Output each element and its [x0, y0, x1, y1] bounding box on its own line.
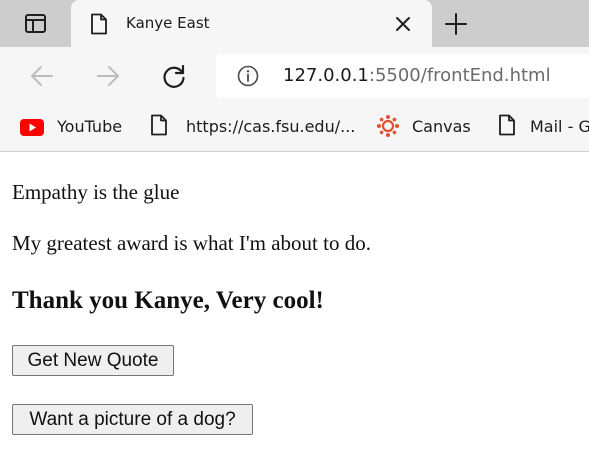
address-bar[interactable]: 127.0.0.1:5500/frontEnd.html [216, 54, 589, 98]
thanks-heading: Thank you Kanye, Very cool! [12, 287, 324, 314]
page-icon [151, 114, 167, 136]
info-icon[interactable] [237, 65, 259, 87]
tab-actions-icon [25, 14, 46, 33]
bookmark-label: YouTube [57, 117, 123, 136]
url-host: 127.0.0.1 [283, 65, 369, 86]
close-icon[interactable] [393, 14, 413, 34]
bookmark-label: https://cas.fsu.edu/... [186, 117, 356, 136]
youtube-icon [20, 119, 44, 136]
forward-arrow-icon[interactable] [94, 62, 122, 90]
tab-title: Kanye East [126, 14, 210, 32]
bookmark-label: Mail - G [530, 117, 589, 136]
bookmark-label: Canvas [412, 117, 471, 136]
quote-text-1: Empathy is the glue [12, 180, 180, 204]
get-new-quote-button[interactable]: Get New Quote [12, 345, 174, 376]
page-icon [499, 114, 515, 136]
bookmark-canvas[interactable]: Canvas [376, 113, 476, 141]
quote-text-2: My greatest award is what I'm about to d… [12, 231, 371, 255]
canvas-icon [377, 115, 399, 137]
url-path: :5500/frontEnd.html [368, 65, 551, 86]
dog-picture-button[interactable]: Want a picture of a dog? [12, 404, 253, 435]
tab-strip: Kanye East [0, 0, 589, 47]
tab-actions-menu-button[interactable] [0, 0, 70, 47]
page-content: Empathy is the glue My greatest award is… [0, 153, 589, 457]
reload-icon[interactable] [160, 62, 188, 90]
back-arrow-icon[interactable] [28, 62, 56, 90]
page-icon [91, 13, 107, 35]
new-tab-plus-icon[interactable] [444, 12, 468, 36]
url-text[interactable]: 127.0.0.1:5500/frontEnd.html [283, 64, 551, 88]
bookmark-cas-fsu[interactable]: https://cas.fsu.edu/... [150, 113, 355, 141]
bookmark-youtube[interactable]: YouTube [20, 113, 130, 141]
bookmark-mail[interactable]: Mail - G [498, 113, 589, 141]
tab-active[interactable]: Kanye East [71, 0, 432, 47]
browser-toolbar: 127.0.0.1:5500/frontEnd.html [0, 47, 589, 105]
bookmarks-bar: YouTube https://cas.fsu.edu/... Canvas M… [0, 105, 589, 152]
